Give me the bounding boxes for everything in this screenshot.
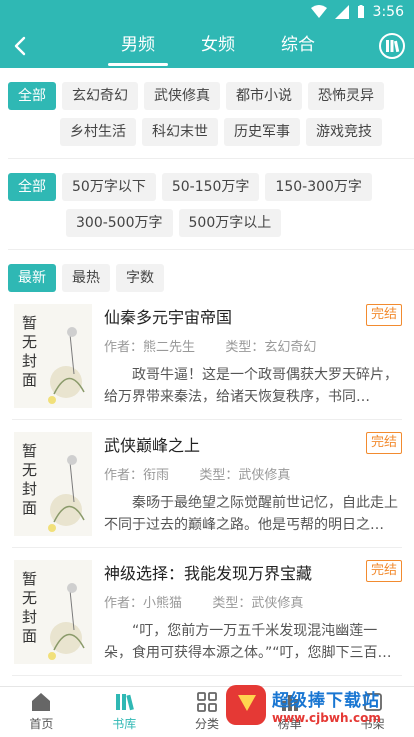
filter-panel: 全部 玄幻奇幻 武侠修真 都市小说 恐怖灵异 乡村生活 科幻末世 历史军事 游戏… (0, 68, 414, 300)
watermark: 超级捧下载站 www.cjbwh.com (226, 677, 408, 733)
book-description: 政哥牛逼！这是一个政哥偶获大罗天碎片，给万界带来秦法，给诸天恢复秩序，书同… (104, 367, 398, 405)
signal-icon (334, 5, 349, 19)
book-meta: 作者：衔雨 类型：武侠修真 (104, 468, 291, 483)
bookshelf-icon[interactable] (378, 32, 406, 60)
category-chip[interactable]: 游戏竞技 (306, 118, 382, 146)
cover-placeholder-text: 暂无封面 (22, 570, 38, 645)
book-type: 武侠修真 (251, 596, 304, 611)
grid-icon (196, 691, 218, 713)
book-item[interactable]: 暂无封面 武侠巅峰之上 完结 作者：衔雨 类型：武侠修真 秦旸于最绝望之际觉醒前… (12, 420, 402, 548)
gender-tabs: 男频 女频 综合 (98, 24, 338, 68)
tab-female[interactable]: 女频 (178, 24, 258, 68)
book-list: 暂无封面 仙秦多元宇宙帝国 完结 作者：熊二先生 类型：玄幻奇幻 政哥牛逼！这是… (0, 292, 414, 676)
book-description: “叮，您前方一万五千米发现混沌幽莲一朵，食用可获得本源之体。”“叮，您脚下三百… (104, 623, 392, 661)
book-cover: 暂无封面 (14, 304, 92, 408)
category-chip[interactable]: 玄幻奇幻 (62, 82, 138, 110)
watermark-logo-icon (226, 685, 266, 725)
category-chip[interactable]: 恐怖灵异 (308, 82, 384, 110)
wordcount-filter: 全部 50万字以下 50-150万字 150-300万字 300-500万字 5… (0, 159, 414, 250)
status-bar: 3:56 (0, 0, 414, 24)
book-item[interactable]: 暂无封面 神级选择：我能发现万界宝藏 完结 作者：小熊猫 类型：武侠修真 “叮，… (12, 548, 402, 676)
watermark-url: www.cjbwh.com (272, 710, 381, 725)
status-badge: 完结 (365, 560, 402, 582)
status-time: 3:56 (372, 4, 404, 20)
wordcount-all-chip[interactable]: 全部 (8, 173, 56, 201)
watermark-title: 超级捧下载站 (272, 690, 380, 711)
book-cover: 暂无封面 (14, 560, 92, 664)
sort-newest-chip[interactable]: 最新 (8, 264, 56, 292)
category-chip[interactable]: 都市小说 (226, 82, 302, 110)
home-icon (30, 691, 52, 713)
cover-placeholder-text: 暂无封面 (22, 314, 38, 389)
nav-home[interactable]: 首页 (0, 687, 83, 737)
category-chip[interactable]: 武侠修真 (144, 82, 220, 110)
library-icon (113, 691, 135, 713)
category-chip[interactable]: 历史军事 (224, 118, 300, 146)
book-author: 熊二先生 (143, 340, 196, 355)
book-meta: 作者：熊二先生 类型：玄幻奇幻 (104, 340, 317, 355)
category-chip[interactable]: 科幻末世 (142, 118, 218, 146)
category-filter: 全部 玄幻奇幻 武侠修真 都市小说 恐怖灵异 乡村生活 科幻末世 历史军事 游戏… (0, 68, 414, 159)
sort-hot-chip[interactable]: 最热 (62, 264, 110, 292)
nav-library[interactable]: 书库 (83, 687, 166, 737)
tab-general[interactable]: 综合 (258, 24, 338, 68)
wordcount-chip[interactable]: 500万字以上 (178, 209, 282, 237)
book-type: 武侠修真 (238, 468, 291, 483)
tab-male[interactable]: 男频 (98, 24, 178, 68)
book-cover: 暂无封面 (14, 432, 92, 536)
book-title[interactable]: 武侠巅峰之上 (104, 432, 200, 456)
book-title[interactable]: 神级选择：我能发现万界宝藏 (104, 560, 312, 584)
book-description: 秦旸于最绝望之际觉醒前世记忆，自此走上不同于过去的巅峰之路。他是丐帮的明日之… (104, 495, 398, 533)
book-meta: 作者：小熊猫 类型：武侠修真 (104, 596, 304, 611)
cover-placeholder-text: 暂无封面 (22, 442, 38, 517)
book-title[interactable]: 仙秦多元宇宙帝国 (104, 304, 232, 328)
category-chip[interactable]: 乡村生活 (60, 118, 136, 146)
wordcount-chip[interactable]: 300-500万字 (66, 209, 173, 237)
wordcount-chip[interactable]: 50万字以下 (62, 173, 156, 201)
status-badge: 完结 (365, 304, 402, 326)
top-header: 男频 女频 综合 (0, 24, 414, 68)
book-type: 玄幻奇幻 (264, 340, 317, 355)
wordcount-chip[interactable]: 50-150万字 (161, 173, 260, 201)
sort-wordcount-chip[interactable]: 字数 (116, 264, 164, 292)
status-badge: 完结 (365, 432, 402, 454)
wifi-icon (310, 5, 327, 19)
book-author: 小熊猫 (143, 596, 183, 611)
wordcount-chip[interactable]: 150-300万字 (265, 173, 372, 201)
battery-icon (357, 5, 365, 19)
back-arrow-icon[interactable] (10, 34, 32, 58)
category-all-chip[interactable]: 全部 (8, 82, 56, 110)
book-item[interactable]: 暂无封面 仙秦多元宇宙帝国 完结 作者：熊二先生 类型：玄幻奇幻 政哥牛逼！这是… (12, 292, 402, 420)
book-author: 衔雨 (143, 468, 170, 483)
